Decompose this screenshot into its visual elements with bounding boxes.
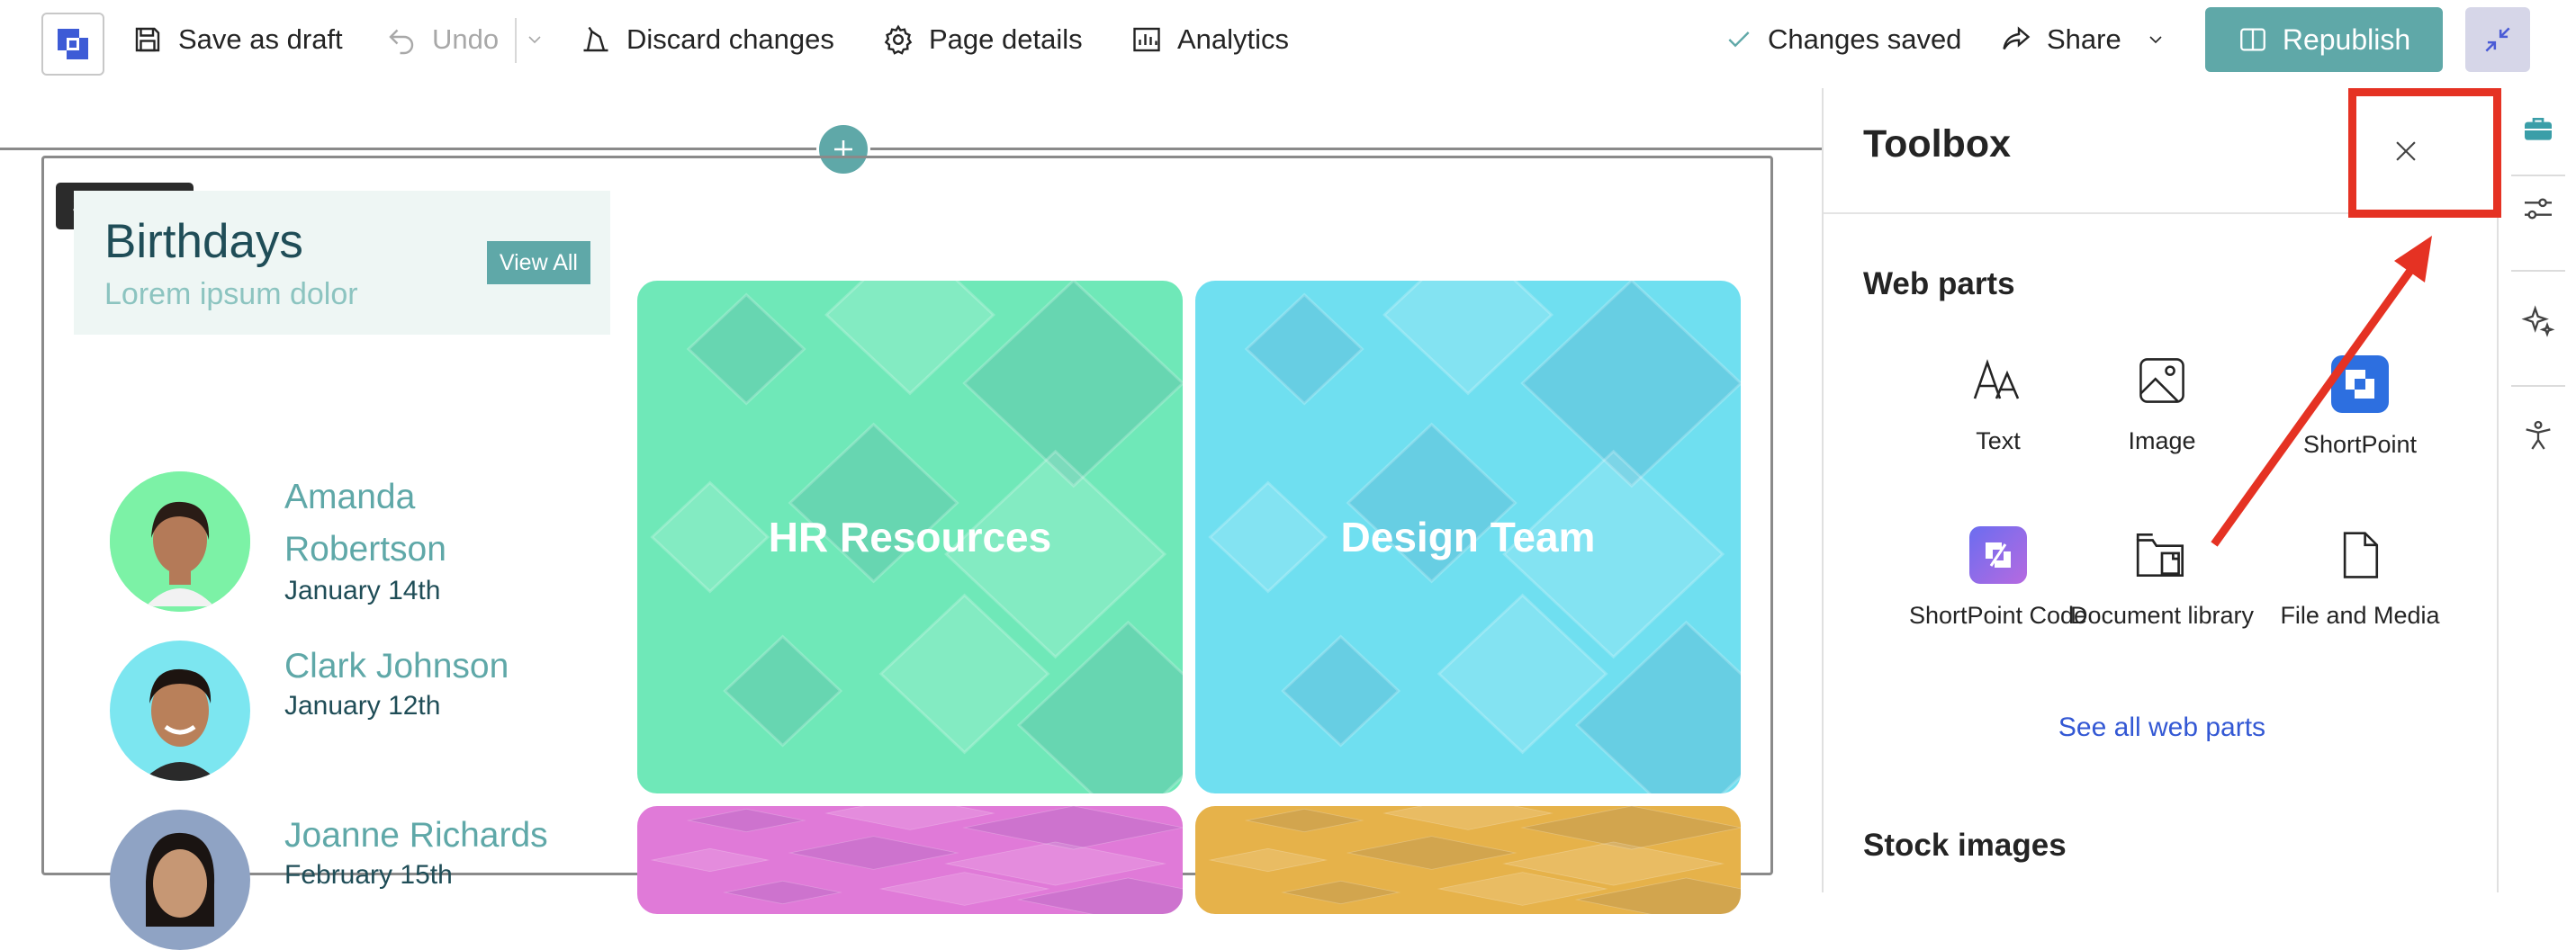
collapse-button[interactable] bbox=[2465, 7, 2530, 72]
undo-icon bbox=[389, 29, 414, 55]
webpart-image[interactable]: Image bbox=[2063, 349, 2261, 458]
webpart-shortpoint[interactable]: ShortPoint bbox=[2261, 353, 2459, 462]
text-icon bbox=[1967, 349, 2030, 412]
image-icon bbox=[2130, 349, 2193, 412]
accessibility-icon bbox=[2526, 420, 2551, 450]
accessibility-rail-button[interactable] bbox=[2515, 412, 2562, 459]
share-button[interactable]: Share bbox=[2000, 20, 2166, 59]
gear-icon bbox=[884, 24, 913, 55]
right-rail bbox=[2500, 88, 2576, 892]
discard-changes-button[interactable]: Discard changes bbox=[580, 20, 834, 59]
webpart-document-library[interactable]: Document library bbox=[2063, 524, 2261, 632]
rail-separator bbox=[2511, 385, 2565, 387]
tile-design-team[interactable]: Design Team bbox=[1195, 281, 1741, 793]
changes-saved-label: Changes saved bbox=[1768, 23, 1962, 55]
shortpoint-logo-icon[interactable] bbox=[41, 13, 104, 76]
person-name: Amanda Robertson bbox=[284, 478, 446, 569]
toolbox-title: Toolbox bbox=[1863, 122, 2012, 166]
undo-button[interactable]: Undo bbox=[385, 20, 499, 59]
webpart-label: Image bbox=[2128, 427, 2196, 454]
birthday-person[interactable]: Clark Johnson January 12th bbox=[110, 641, 614, 784]
tile-orange[interactable] bbox=[1195, 806, 1741, 914]
document-library-icon bbox=[2130, 524, 2193, 587]
tile-pink[interactable] bbox=[637, 806, 1183, 914]
undo-label: Undo bbox=[432, 23, 500, 55]
tile-hr-resources[interactable]: HR Resources bbox=[637, 281, 1183, 793]
section-divider bbox=[0, 148, 1822, 150]
analytics-label: Analytics bbox=[1177, 23, 1290, 55]
collapse-icon bbox=[2485, 27, 2510, 52]
tile-pattern bbox=[650, 806, 1183, 914]
republish-button[interactable]: Republish bbox=[2205, 7, 2443, 72]
discard-changes-label: Discard changes bbox=[626, 23, 834, 55]
sparkle-icon bbox=[2521, 305, 2555, 337]
person-name: Joanne Richards bbox=[284, 816, 548, 855]
person-date: January 12th bbox=[284, 691, 441, 721]
webpart-label: Document library bbox=[2069, 602, 2255, 629]
webpart-label: ShortPoint Code bbox=[1908, 602, 2088, 629]
avatar bbox=[110, 471, 250, 612]
birthdays-header: Birthdays Lorem ipsum dolor View All bbox=[74, 191, 610, 335]
republish-label: Republish bbox=[2282, 22, 2411, 56]
analytics-icon bbox=[1133, 27, 1160, 52]
rail-separator bbox=[2511, 270, 2565, 272]
undo-dropdown-button[interactable] bbox=[524, 20, 545, 59]
web-parts-heading: Web parts bbox=[1863, 266, 2015, 301]
person-date: January 14th bbox=[284, 576, 441, 605]
tile-label: HR Resources bbox=[768, 514, 1052, 560]
file-icon bbox=[2328, 524, 2391, 587]
save-as-draft-button[interactable]: Save as draft bbox=[131, 20, 343, 59]
properties-rail-button[interactable] bbox=[2515, 185, 2562, 232]
analytics-button[interactable]: Analytics bbox=[1130, 20, 1289, 59]
briefcase-icon bbox=[2525, 118, 2552, 140]
check-icon bbox=[1728, 31, 1750, 48]
avatar bbox=[110, 641, 250, 781]
avatar bbox=[110, 810, 250, 950]
page-details-button[interactable]: Page details bbox=[882, 20, 1083, 59]
webpart-label: ShortPoint bbox=[2302, 431, 2418, 458]
person-date: February 15th bbox=[284, 860, 453, 890]
webpart-file-and-media[interactable]: File and Media bbox=[2261, 524, 2459, 632]
shortpoint-code-icon bbox=[1967, 524, 2030, 587]
discard-icon bbox=[583, 26, 608, 52]
tile-pattern bbox=[1208, 806, 1741, 914]
webpart-label: Text bbox=[1976, 427, 2021, 454]
chevron-down-icon bbox=[528, 36, 541, 44]
page-details-label: Page details bbox=[929, 23, 1083, 55]
birthday-person[interactable]: Amanda Robertson January 14th bbox=[110, 471, 614, 615]
save-icon bbox=[135, 27, 160, 52]
rail-separator bbox=[2511, 175, 2565, 176]
save-as-draft-label: Save as draft bbox=[178, 23, 343, 55]
chevron-down-icon bbox=[2149, 36, 2162, 44]
webpart-label: File and Media bbox=[2280, 602, 2440, 629]
command-bar: Save as draft Undo Discard changes Page … bbox=[0, 0, 2576, 79]
shortpoint-icon bbox=[2328, 353, 2391, 416]
copilot-rail-button[interactable] bbox=[2515, 299, 2562, 345]
person-name: Clark Johnson bbox=[284, 647, 509, 686]
birthdays-title: Birthdays bbox=[104, 215, 303, 268]
see-all-web-parts-link[interactable]: See all web parts bbox=[1824, 712, 2500, 743]
share-label: Share bbox=[2047, 23, 2121, 55]
book-icon bbox=[2239, 28, 2265, 51]
settings-sliders-icon bbox=[2525, 198, 2552, 220]
undo-separator bbox=[515, 18, 517, 63]
changes-saved-status: Changes saved bbox=[1725, 20, 1961, 59]
tile-label: Design Team bbox=[1340, 514, 1596, 560]
share-icon bbox=[2003, 26, 2031, 50]
toolbox-rail-button[interactable] bbox=[2515, 106, 2562, 153]
stock-images-heading: Stock images bbox=[1863, 828, 2067, 863]
birthday-person[interactable]: Joanne Richards February 15th bbox=[110, 810, 614, 950]
birthdays-subtitle: Lorem ipsum dolor bbox=[104, 277, 358, 311]
highlight-box bbox=[2348, 88, 2501, 218]
view-all-button[interactable]: View All bbox=[486, 241, 590, 284]
